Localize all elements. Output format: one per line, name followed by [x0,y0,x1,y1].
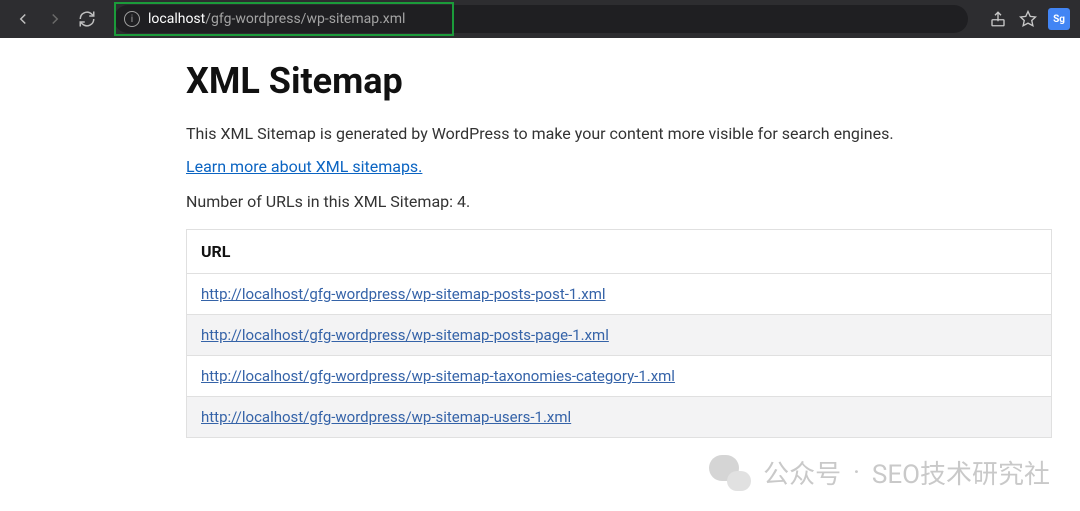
site-info-icon[interactable]: i [124,11,140,27]
address-bar[interactable]: i localhost/gfg-wordpress/wp-sitemap.xml [114,5,968,33]
table-row: http://localhost/gfg-wordpress/wp-sitema… [187,274,1052,315]
url-count: Number of URLs in this XML Sitemap: 4. [186,192,1080,211]
back-button[interactable] [10,6,36,32]
sitemap-description: This XML Sitemap is generated by WordPre… [186,124,1080,143]
sitemap-url-link[interactable]: http://localhost/gfg-wordpress/wp-sitema… [201,367,675,385]
wechat-icon [709,455,751,491]
table-row: http://localhost/gfg-wordpress/wp-sitema… [187,315,1052,356]
url-text: localhost/gfg-wordpress/wp-sitemap.xml [148,11,405,27]
reload-button[interactable] [74,6,100,32]
watermark-label: 公众号 [763,454,841,491]
browser-toolbar: i localhost/gfg-wordpress/wp-sitemap.xml… [0,0,1080,38]
star-icon[interactable] [1018,9,1038,29]
table-cell: http://localhost/gfg-wordpress/wp-sitema… [187,315,1052,356]
table-cell: http://localhost/gfg-wordpress/wp-sitema… [187,274,1052,315]
table-header-url: URL [187,230,1052,274]
page-content: XML Sitemap This XML Sitemap is generate… [0,38,1080,438]
sitemap-url-link[interactable]: http://localhost/gfg-wordpress/wp-sitema… [201,408,571,426]
table-row: http://localhost/gfg-wordpress/wp-sitema… [187,397,1052,438]
sitemap-table: URL http://localhost/gfg-wordpress/wp-si… [186,229,1052,438]
page-title: XML Sitemap [186,60,1080,102]
forward-button[interactable] [42,6,68,32]
table-row: http://localhost/gfg-wordpress/wp-sitema… [187,356,1052,397]
sitemap-url-link[interactable]: http://localhost/gfg-wordpress/wp-sitema… [201,326,609,344]
count-suffix: . [466,192,470,211]
toolbar-right-icons: Sg [988,8,1070,30]
table-cell: http://localhost/gfg-wordpress/wp-sitema… [187,397,1052,438]
watermark: 公众号 · SEO技术研究社 [709,454,1050,491]
count-value: 4 [457,192,466,211]
count-prefix: Number of URLs in this XML Sitemap: [186,192,457,211]
url-domain: localhost [148,11,205,27]
share-icon[interactable] [988,9,1008,29]
watermark-sep: · [853,458,860,488]
translate-extension-icon[interactable]: Sg [1048,8,1070,30]
learn-more-link[interactable]: Learn more about XML sitemaps. [186,157,422,176]
watermark-name: SEO技术研究社 [872,454,1050,491]
url-path: /gfg-wordpress/wp-sitemap.xml [205,11,405,27]
sitemap-url-link[interactable]: http://localhost/gfg-wordpress/wp-sitema… [201,285,606,303]
table-cell: http://localhost/gfg-wordpress/wp-sitema… [187,356,1052,397]
